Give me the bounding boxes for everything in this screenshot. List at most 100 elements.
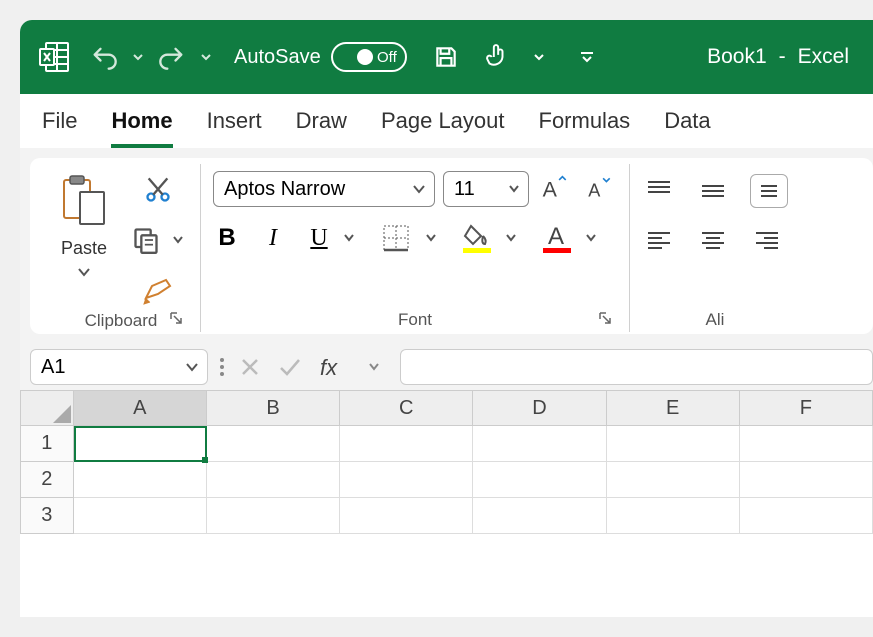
cell[interactable] [473, 462, 606, 498]
cell[interactable] [207, 426, 340, 462]
align-left-button[interactable] [642, 226, 676, 256]
cell[interactable] [340, 498, 473, 534]
cell[interactable] [473, 498, 606, 534]
alignment-group-label: Ali [706, 310, 725, 330]
font-color-dropdown[interactable] [581, 229, 601, 247]
ribbon: Paste [30, 158, 873, 334]
cell[interactable] [74, 462, 207, 498]
font-name-value: Aptos Narrow [224, 178, 345, 201]
qat-customize-dropdown[interactable] [575, 45, 599, 69]
chevron-down-icon [185, 362, 199, 372]
cut-button[interactable] [128, 172, 188, 208]
title-separator: - [779, 45, 786, 69]
formula-bar-input[interactable] [400, 349, 873, 385]
cell[interactable] [473, 426, 606, 462]
borders-button[interactable] [377, 219, 415, 257]
font-launcher[interactable] [593, 306, 617, 330]
undo-button[interactable] [86, 39, 122, 75]
column-header[interactable]: D [473, 390, 606, 426]
font-size-value: 11 [454, 178, 475, 201]
tab-page-layout[interactable]: Page Layout [381, 108, 505, 148]
name-box[interactable]: A1 [30, 349, 208, 385]
font-group-label: Font [398, 310, 432, 330]
insert-function-button[interactable]: fx [316, 351, 354, 383]
tab-home[interactable]: Home [111, 108, 172, 148]
svg-text:A: A [588, 180, 601, 200]
tab-file[interactable]: File [42, 108, 77, 148]
app-name: Excel [798, 45, 849, 69]
merge-cells-button[interactable] [750, 174, 788, 208]
chevron-down-icon [508, 184, 520, 194]
increase-font-button[interactable]: A [537, 170, 573, 208]
italic-button[interactable]: I [259, 220, 287, 256]
row-header[interactable]: 3 [20, 498, 74, 534]
cell[interactable] [607, 426, 740, 462]
decrease-font-button[interactable]: A [581, 170, 617, 208]
svg-text:A: A [548, 223, 564, 250]
autosave-state: Off [377, 49, 397, 66]
column-header[interactable]: A [74, 390, 207, 426]
divider-dots-icon [218, 355, 226, 379]
align-top-button[interactable] [642, 174, 676, 208]
row-header[interactable]: 2 [20, 462, 74, 498]
borders-dropdown[interactable] [421, 229, 441, 247]
svg-text:fx: fx [320, 355, 338, 379]
clipboard-group: Paste [42, 164, 201, 332]
redo-button[interactable] [154, 39, 190, 75]
font-name-select[interactable]: Aptos Narrow [213, 171, 435, 207]
underline-button[interactable]: U [305, 220, 333, 256]
cell[interactable] [340, 426, 473, 462]
font-color-button[interactable]: A [539, 218, 575, 258]
save-button[interactable] [429, 40, 463, 74]
column-header[interactable]: F [740, 390, 873, 426]
paste-button[interactable] [54, 170, 114, 234]
column-header[interactable]: C [340, 390, 473, 426]
bold-button[interactable]: B [213, 220, 241, 256]
select-all-button[interactable] [20, 390, 74, 426]
tab-formulas[interactable]: Formulas [539, 108, 631, 148]
undo-dropdown[interactable] [128, 47, 148, 67]
redo-dropdown[interactable] [196, 47, 216, 67]
svg-text:A: A [543, 177, 558, 201]
tab-draw[interactable]: Draw [296, 108, 347, 148]
fill-color-button[interactable] [459, 218, 495, 258]
name-box-value: A1 [41, 356, 65, 379]
font-group: Aptos Narrow 11 A [201, 164, 630, 332]
copy-dropdown[interactable] [168, 231, 188, 249]
clipboard-launcher[interactable] [164, 306, 188, 330]
cell[interactable] [740, 426, 873, 462]
underline-dropdown[interactable] [339, 229, 359, 247]
cell[interactable] [74, 498, 207, 534]
column-header[interactable]: B [207, 390, 340, 426]
title-bar: AutoSave Off Book1 - Excel [20, 20, 873, 94]
cell[interactable] [607, 498, 740, 534]
touch-mode-button[interactable] [479, 40, 513, 74]
align-right-button[interactable] [750, 226, 784, 256]
row-header[interactable]: 1 [20, 426, 74, 462]
font-size-select[interactable]: 11 [443, 171, 529, 207]
tab-data[interactable]: Data [664, 108, 710, 148]
cell[interactable] [607, 462, 740, 498]
fx-dropdown[interactable] [364, 358, 384, 376]
autosave-toggle[interactable]: Off [331, 42, 407, 72]
touch-mode-dropdown[interactable] [529, 47, 549, 67]
tab-insert[interactable]: Insert [207, 108, 262, 148]
formula-bar-area: A1 fx [20, 344, 873, 390]
fill-color-dropdown[interactable] [501, 229, 521, 247]
enter-formula-button[interactable] [274, 353, 306, 381]
align-middle-button[interactable] [696, 174, 730, 208]
column-header[interactable]: E [607, 390, 740, 426]
cell-a1[interactable] [74, 426, 207, 462]
toggle-knob-icon [357, 49, 373, 65]
cell[interactable] [340, 462, 473, 498]
cell[interactable] [740, 462, 873, 498]
format-painter-button[interactable] [128, 272, 188, 310]
cell[interactable] [740, 498, 873, 534]
align-center-button[interactable] [696, 226, 730, 256]
copy-button[interactable] [128, 222, 164, 258]
paste-label: Paste [61, 238, 107, 259]
cell[interactable] [207, 498, 340, 534]
cancel-formula-button[interactable] [236, 353, 264, 381]
cell[interactable] [207, 462, 340, 498]
paste-dropdown[interactable] [73, 263, 95, 281]
